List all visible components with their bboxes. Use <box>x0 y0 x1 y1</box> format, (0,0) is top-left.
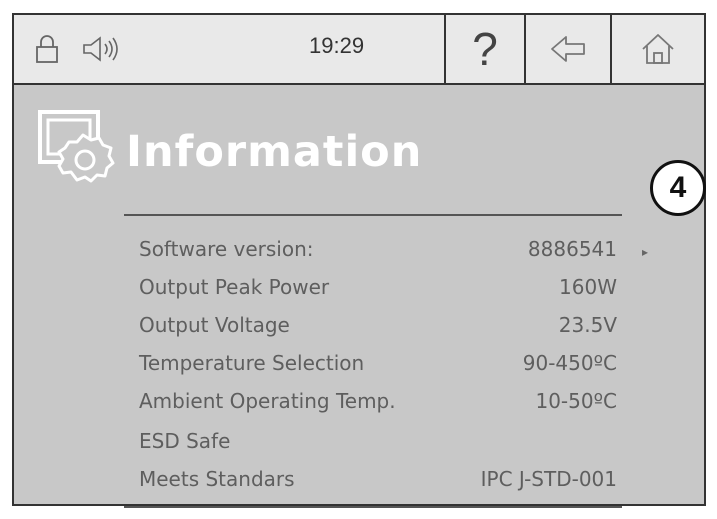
info-row-ambient-operating-temp: Ambient Operating Temp. 10-50ºC <box>139 389 617 419</box>
home-icon <box>642 34 674 64</box>
speaker-icon[interactable] <box>80 15 126 83</box>
info-label: Software version: <box>139 237 314 261</box>
top-bar: 19:29 ? <box>14 15 704 85</box>
software-detail-arrow-icon[interactable]: ▸ <box>642 245 648 259</box>
bottom-divider <box>124 506 622 508</box>
info-label: Output Voltage <box>139 313 290 337</box>
back-arrow-icon <box>551 36 585 62</box>
info-value: 23.5V <box>558 313 617 337</box>
info-label: Ambient Operating Temp. <box>139 389 396 413</box>
help-button[interactable]: ? <box>444 15 524 83</box>
info-row-output-voltage: Output Voltage 23.5V <box>139 313 617 343</box>
info-row-temperature-selection: Temperature Selection 90-450ºC <box>139 351 617 381</box>
callout-number-badge: 4 <box>650 160 706 216</box>
info-value: 10-50ºC <box>535 389 617 413</box>
info-value: IPC J-STD-001 <box>480 467 617 491</box>
device-screen: 19:29 ? Information Software version: 88… <box>12 13 706 508</box>
settings-window-icon <box>38 110 115 183</box>
info-row-esd-safe: ESD Safe <box>139 429 617 459</box>
info-row-output-peak-power: Output Peak Power 160W <box>139 275 617 305</box>
back-button[interactable] <box>524 15 610 83</box>
info-label: Output Peak Power <box>139 275 330 299</box>
info-value: 160W <box>559 275 617 299</box>
clock-time: 19:29 <box>309 33 365 58</box>
info-label: ESD Safe <box>139 429 231 453</box>
info-label: Meets Standars <box>139 467 295 491</box>
lock-icon[interactable] <box>32 15 62 83</box>
top-divider <box>124 214 622 216</box>
info-row-meets-standards: Meets Standars IPC J-STD-001 <box>139 467 617 497</box>
help-label: ? <box>472 23 498 75</box>
page-title: Information <box>126 127 423 177</box>
info-value: 8886541 <box>527 237 617 261</box>
home-button[interactable] <box>610 15 704 83</box>
info-value: 90-450ºC <box>522 351 617 375</box>
info-label: Temperature Selection <box>139 351 365 375</box>
info-row-software-version[interactable]: Software version: 8886541 <box>139 237 617 267</box>
